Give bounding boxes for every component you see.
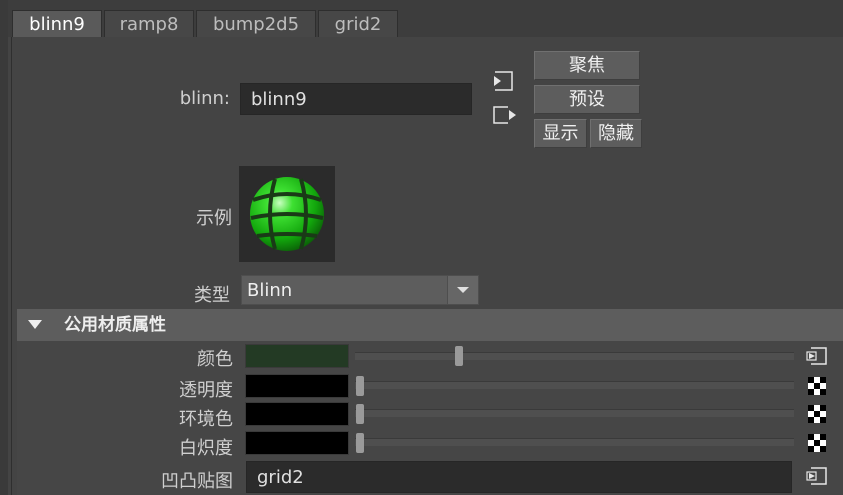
focus-button[interactable]: 聚焦: [534, 51, 640, 80]
section-title: 公用材质属性: [64, 315, 166, 335]
window-frame: [0, 0, 8, 495]
input-connections-icon[interactable]: [492, 70, 516, 92]
incandescence-slider-handle[interactable]: [356, 433, 364, 453]
material-sample-swatch: [239, 166, 335, 262]
checker-texture-icon[interactable]: [808, 405, 826, 423]
checker-texture-icon[interactable]: [808, 377, 826, 395]
chevron-down-icon[interactable]: [447, 276, 478, 304]
transparency-slider-handle[interactable]: [356, 376, 364, 396]
bump-map-label: 凹凸贴图: [161, 471, 233, 492]
color-slider[interactable]: [355, 352, 794, 360]
ambient-color-slider-handle[interactable]: [356, 404, 364, 424]
common-material-attributes-header[interactable]: 公用材质属性: [17, 309, 843, 341]
checker-texture-icon[interactable]: [808, 434, 826, 452]
map-button-icon[interactable]: [806, 466, 828, 486]
ambient-color-swatch[interactable]: [245, 402, 349, 426]
node-name-field[interactable]: blinn9: [240, 83, 472, 115]
output-connections-icon[interactable]: [492, 104, 518, 126]
tab-blinn9[interactable]: blinn9: [12, 10, 102, 38]
presets-button[interactable]: 预设: [534, 85, 640, 114]
color-swatch[interactable]: [245, 344, 349, 368]
hide-button[interactable]: 隐藏: [590, 119, 642, 148]
incandescence-label: 白炽度: [179, 438, 233, 459]
type-label: 类型: [194, 285, 230, 306]
tab-ramp8[interactable]: ramp8: [104, 10, 194, 37]
material-preview-sphere: [250, 177, 324, 251]
incandescence-slider[interactable]: [355, 438, 794, 446]
map-button-icon[interactable]: [806, 346, 828, 366]
transparency-swatch[interactable]: [245, 374, 349, 398]
material-type-dropdown[interactable]: Blinn: [241, 275, 479, 305]
incandescence-swatch[interactable]: [245, 431, 349, 455]
tab-bump2d5[interactable]: bump2d5: [196, 10, 316, 37]
ambient-color-label: 环境色: [179, 409, 233, 430]
material-type-value: Blinn: [247, 280, 293, 301]
show-button[interactable]: 显示: [534, 119, 587, 148]
collapse-triangle-icon[interactable]: [27, 319, 43, 331]
transparency-slider[interactable]: [355, 381, 794, 389]
transparency-label: 透明度: [179, 380, 233, 401]
node-type-label: blinn:: [179, 88, 230, 109]
color-label: 颜色: [197, 349, 233, 370]
bump-map-field[interactable]: grid2: [246, 461, 792, 493]
ambient-color-slider[interactable]: [355, 409, 794, 417]
sample-label: 示例: [196, 208, 232, 229]
color-slider-handle[interactable]: [455, 346, 464, 366]
tab-grid2[interactable]: grid2: [318, 10, 398, 37]
